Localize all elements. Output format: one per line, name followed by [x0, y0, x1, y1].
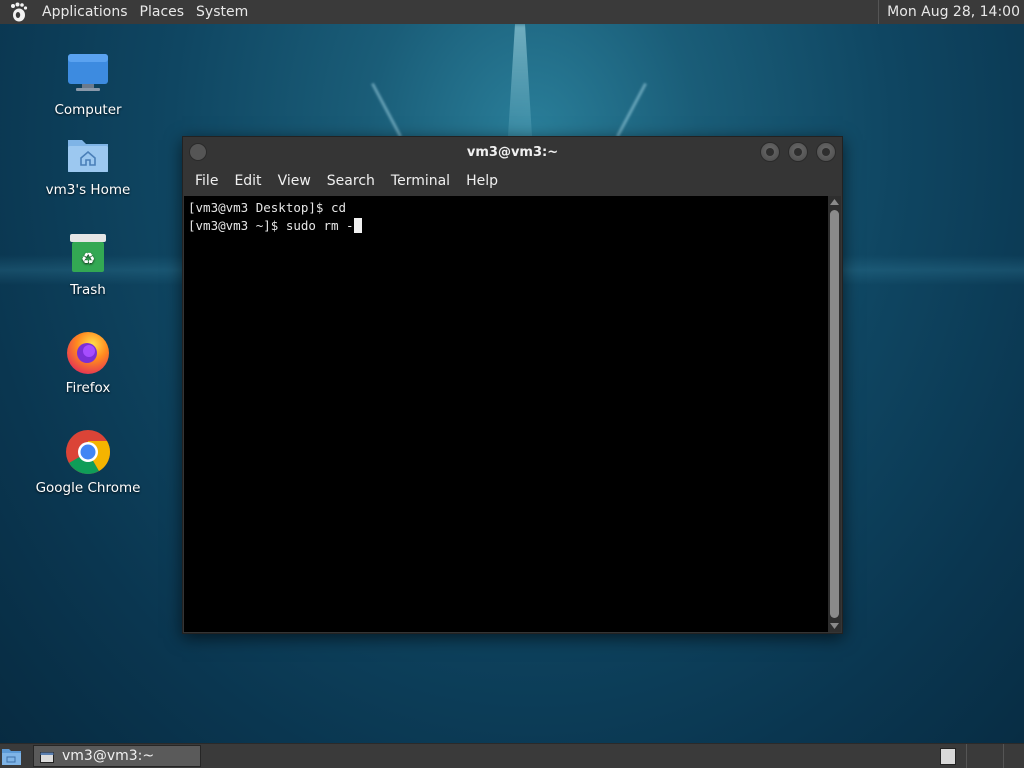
- home-folder-icon: [64, 130, 112, 178]
- top-panel: Applications Places System Mon Aug 28, 1…: [0, 0, 1024, 24]
- menu-view[interactable]: View: [270, 167, 319, 195]
- terminal-output[interactable]: [vm3@vm3 Desktop]$ cd [vm3@vm3 ~]$ sudo …: [184, 196, 828, 632]
- terminal-menubar: File Edit View Search Terminal Help: [183, 167, 842, 195]
- panel-separator: [1003, 744, 1004, 768]
- text-cursor: [353, 218, 362, 233]
- terminal-window-icon: [40, 751, 54, 763]
- desktop-icon-label: Firefox: [65, 380, 111, 396]
- firefox-icon: [64, 328, 112, 376]
- taskbar-item-terminal[interactable]: vm3@vm3:~: [33, 745, 201, 767]
- scroll-down-arrow-icon[interactable]: [828, 620, 841, 632]
- menu-applications[interactable]: Applications: [36, 0, 134, 24]
- trash-icon: ♻: [64, 230, 112, 278]
- bottom-panel: vm3@vm3:~: [0, 743, 1024, 768]
- desktop-icon-trash[interactable]: ♻ Trash: [28, 230, 148, 298]
- window-title: vm3@vm3:~: [466, 144, 559, 160]
- desktop-icon-label: Computer: [54, 102, 122, 118]
- minimize-button[interactable]: [760, 142, 780, 162]
- wallpaper-line-right: [616, 82, 647, 138]
- computer-icon: [64, 50, 112, 98]
- maximize-button[interactable]: [788, 142, 808, 162]
- menu-edit[interactable]: Edit: [226, 167, 269, 195]
- desktop-icon-label: vm3's Home: [45, 182, 131, 198]
- menu-search[interactable]: Search: [319, 167, 383, 195]
- menu-system[interactable]: System: [190, 0, 254, 24]
- desktop-icon-chrome[interactable]: Google Chrome: [28, 428, 148, 496]
- desktop-icon-label: Google Chrome: [35, 480, 141, 496]
- title-bar[interactable]: vm3@vm3:~: [183, 137, 842, 167]
- menu-file[interactable]: File: [187, 167, 226, 195]
- menu-terminal[interactable]: Terminal: [383, 167, 458, 195]
- desktop-icon-home[interactable]: vm3's Home: [28, 130, 148, 198]
- clock[interactable]: Mon Aug 28, 14:00: [878, 0, 1024, 24]
- terminal-line-text: [vm3@vm3 ~]$ sudo rm -: [188, 218, 354, 233]
- desktop-icon-label: Trash: [70, 282, 106, 298]
- window-controls: [760, 142, 836, 162]
- terminal-line: [vm3@vm3 ~]$ sudo rm -: [188, 217, 824, 235]
- terminal-window[interactable]: vm3@vm3:~ File Edit View Search Terminal…: [182, 136, 843, 634]
- scrollbar-thumb[interactable]: [830, 210, 839, 618]
- minimize-icon: [766, 148, 774, 156]
- taskbar-item-label: vm3@vm3:~: [62, 748, 155, 764]
- terminal-line: [vm3@vm3 Desktop]$ cd: [188, 199, 824, 217]
- show-desktop-icon[interactable]: [1, 746, 23, 766]
- menu-help[interactable]: Help: [458, 167, 506, 195]
- terminal-line-text: [vm3@vm3 Desktop]$ cd: [188, 200, 347, 215]
- desktop-icon-firefox[interactable]: Firefox: [28, 328, 148, 396]
- workspace-switcher[interactable]: [940, 748, 956, 765]
- panel-separator: [966, 744, 967, 768]
- svg-text:♻: ♻: [81, 249, 95, 268]
- window-menu-button[interactable]: [189, 143, 207, 161]
- maximize-icon: [794, 148, 802, 156]
- chrome-icon: [64, 428, 112, 476]
- desktop-icon-computer[interactable]: Computer: [28, 50, 148, 118]
- close-icon: [822, 148, 830, 156]
- gnome-foot-icon[interactable]: [8, 1, 30, 23]
- close-button[interactable]: [816, 142, 836, 162]
- vertical-scrollbar[interactable]: [828, 196, 841, 632]
- wallpaper-line-left: [371, 82, 402, 138]
- wallpaper-light-ray: [507, 24, 533, 144]
- scroll-up-arrow-icon[interactable]: [828, 196, 841, 208]
- menu-places[interactable]: Places: [134, 0, 191, 24]
